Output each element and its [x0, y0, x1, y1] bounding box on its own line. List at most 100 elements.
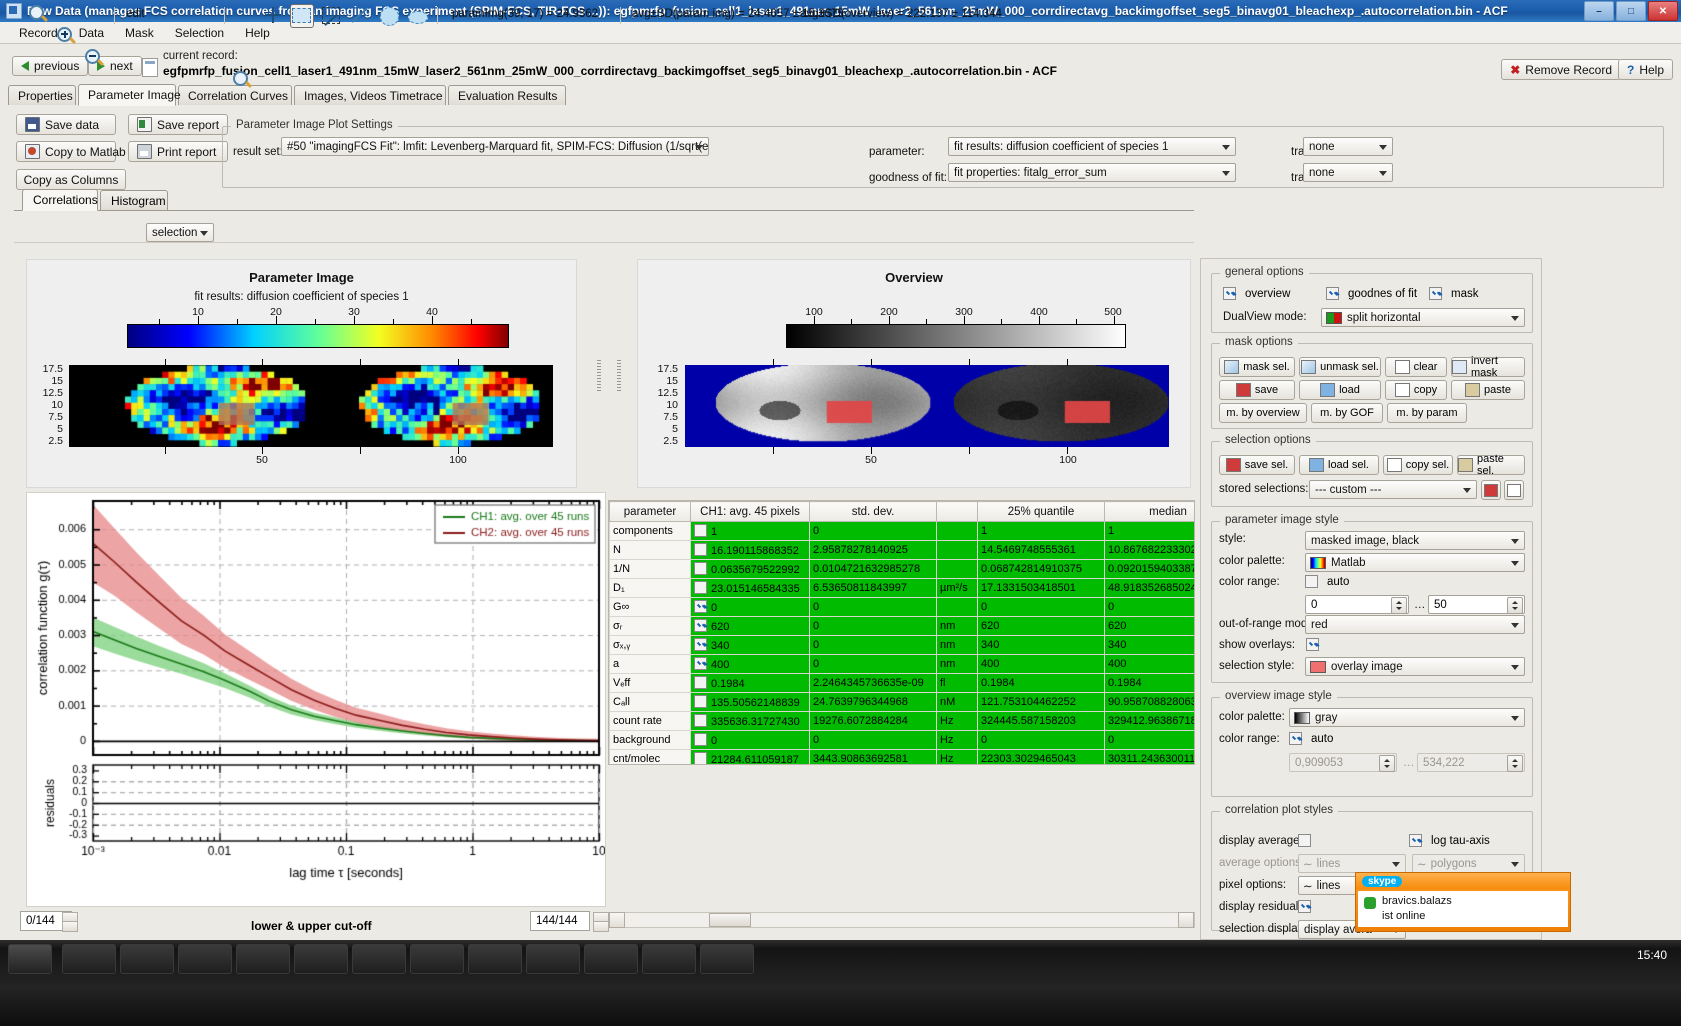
parameter-combo[interactable]: fit results: diffusion coefficient of sp…: [948, 137, 1236, 156]
ov-auto-range-checkbox[interactable]: auto: [1289, 732, 1333, 745]
save-data-button[interactable]: Save data: [16, 114, 116, 135]
style-combo[interactable]: masked image, black: [1305, 531, 1525, 550]
circle-select-tool-icon[interactable]: [378, 4, 400, 26]
page-right-input[interactable]: 144/144: [530, 911, 590, 931]
fix-checkbox-icon[interactable]: [694, 600, 707, 613]
fix-checkbox-icon[interactable]: [694, 619, 707, 632]
menu-help[interactable]: Help: [236, 24, 279, 42]
table-row[interactable]: D₁ 23.015146584335 6.53650811843997 µm²/s 17…: [610, 579, 1196, 598]
mask-save-button[interactable]: save: [1219, 380, 1295, 400]
save-sel-button[interactable]: save sel.: [1219, 455, 1295, 475]
parameter-image-canvas[interactable]: [69, 365, 553, 447]
overview-checkbox[interactable]: overview: [1223, 287, 1290, 300]
fix-checkbox-icon[interactable]: [694, 714, 707, 727]
crosshair-tool-icon[interactable]: [262, 4, 284, 26]
taskbar-item-1[interactable]: [62, 944, 116, 974]
fix-checkbox-icon[interactable]: [694, 752, 707, 765]
maximize-button[interactable]: □: [1616, 1, 1646, 21]
vertical-splitter-2[interactable]: [614, 259, 624, 486]
unmask-sel-button[interactable]: unmask sel.: [1299, 357, 1381, 377]
tab-properties[interactable]: Properties: [8, 85, 76, 105]
remove-record-button[interactable]: ✖ Remove Record: [1501, 59, 1621, 80]
fix-checkbox-icon[interactable]: [694, 638, 707, 651]
spinner-icon[interactable]: [1507, 755, 1523, 772]
skype-notification[interactable]: skype bravics.balazs ist online: [1355, 872, 1571, 932]
clear-mask-button[interactable]: clear: [1385, 357, 1447, 377]
show-overlays-checkbox[interactable]: [1306, 638, 1323, 651]
mask-sel-button[interactable]: mask sel.: [1219, 357, 1295, 377]
stored-selections-combo[interactable]: --- custom ---: [1309, 480, 1477, 499]
display-average-checkbox[interactable]: [1298, 834, 1315, 847]
mask-checkbox[interactable]: mask: [1429, 287, 1478, 300]
close-button[interactable]: ✕: [1648, 1, 1678, 21]
table-header-4[interactable]: 25% quantile: [978, 502, 1105, 522]
zoom-region-icon[interactable]: [28, 4, 50, 26]
average-options-combo[interactable]: ∼ lines: [1298, 854, 1406, 873]
paste-sel-button[interactable]: paste sel.: [1457, 455, 1525, 475]
mask-by-gof-button[interactable]: m. by GOF: [1311, 403, 1383, 423]
copy-as-columns-button[interactable]: Copy as Columns: [16, 169, 126, 190]
table-header-3[interactable]: [937, 502, 978, 522]
correlation-chart-canvas[interactable]: [27, 493, 605, 906]
subtab-histogram[interactable]: Histogram: [100, 190, 168, 210]
polygon-select-tool-icon[interactable]: [320, 4, 342, 26]
taskbar-item-11[interactable]: [642, 944, 696, 974]
line-select-tool-icon[interactable]: [350, 4, 372, 26]
table-row[interactable]: Vₑff 0.1984 2.2464345736635e-09 fl 0.1984 0.1…: [610, 674, 1196, 693]
table-row[interactable]: Cₐll 135.50562148839 24.7639796344968 nM 121…: [610, 693, 1196, 712]
dualview-combo[interactable]: split horizontal: [1321, 308, 1525, 327]
taskbar-item-3[interactable]: [178, 944, 232, 974]
delete-selection-button[interactable]: [1504, 480, 1524, 500]
fix-checkbox-icon[interactable]: [694, 581, 707, 594]
table-hscrollbar[interactable]: [608, 912, 1195, 928]
correlation-chart-panel[interactable]: [26, 492, 606, 907]
taskbar-item-2[interactable]: [120, 944, 174, 974]
fix-checkbox-icon[interactable]: [694, 733, 707, 746]
minimize-button[interactable]: –: [1584, 1, 1614, 21]
table-header-5[interactable]: median: [1105, 502, 1196, 522]
rect-select-tool-icon[interactable]: [290, 4, 314, 28]
store-selection-button[interactable]: [1481, 480, 1501, 500]
display-residuals-checkbox[interactable]: [1298, 900, 1315, 913]
load-sel-button[interactable]: load sel.: [1299, 455, 1379, 475]
palette-combo[interactable]: Matlab: [1305, 553, 1525, 572]
mask-by-param-button[interactable]: m. by param: [1387, 403, 1467, 423]
result-set-combo[interactable]: #50 "imagingFCS Fit": lmfit: Levenberg-M…: [281, 137, 709, 156]
tab-images-videos-timetrace[interactable]: Images, Videos Timetrace: [294, 85, 446, 105]
selection-style-combo[interactable]: overlay image: [1305, 657, 1525, 676]
parameter-image-panel[interactable]: Parameter Image fit results: diffusion c…: [26, 259, 577, 488]
taskbar-item-12[interactable]: [700, 944, 754, 974]
mask-by-overview-button[interactable]: m. by overview: [1219, 403, 1307, 423]
transform-combo-1[interactable]: none: [1303, 137, 1393, 156]
table-row[interactable]: components10111: [610, 522, 1196, 541]
fix-checkbox-icon[interactable]: [694, 562, 707, 575]
taskbar-item-4[interactable]: [236, 944, 290, 974]
results-table[interactable]: parameter CH1: avg. 45 pixels std. dev. 25%…: [608, 500, 1195, 765]
help-button[interactable]: ? Help: [1618, 59, 1673, 80]
table-row[interactable]: σₓ,ᵧ3400nm340340340: [610, 636, 1196, 655]
taskbar-start-button[interactable]: [8, 944, 52, 974]
taskbar-item-6[interactable]: [352, 944, 406, 974]
mask-paste-button[interactable]: paste: [1451, 380, 1525, 400]
table-row[interactable]: a4000nm400400400: [610, 655, 1196, 674]
goodness-checkbox[interactable]: goodnes of fit: [1326, 287, 1417, 300]
oor-combo[interactable]: red: [1305, 615, 1525, 634]
table-row[interactable]: count rate 335636.31727430 19276.607288428…: [610, 712, 1196, 731]
ellipse-select-tool-icon[interactable]: [406, 4, 428, 26]
menu-mask[interactable]: Mask: [116, 24, 163, 42]
previous-record-button[interactable]: previous: [12, 56, 88, 76]
param-range-min-input[interactable]: 0: [1305, 595, 1409, 614]
ov-palette-combo[interactable]: gray: [1289, 708, 1525, 727]
fix-checkbox-icon[interactable]: [694, 695, 707, 708]
zoom-in-icon[interactable]: [56, 26, 78, 48]
taskbar-item-8[interactable]: [468, 944, 522, 974]
log-tau-axis-checkbox[interactable]: log tau-axis: [1409, 834, 1490, 847]
fix-checkbox-icon[interactable]: [694, 657, 707, 670]
goodness-combo[interactable]: fit properties: fitalg_error_sum: [948, 163, 1236, 182]
spinner-icon[interactable]: [1379, 755, 1395, 772]
table-row[interactable]: G∞00000: [610, 598, 1196, 617]
spinner-icon[interactable]: [1507, 597, 1523, 614]
average-polygons-combo[interactable]: ∼ polygons: [1412, 854, 1525, 873]
menu-selection[interactable]: Selection: [166, 24, 233, 42]
table-header-1[interactable]: CH1: avg. 45 pixels: [691, 502, 810, 522]
